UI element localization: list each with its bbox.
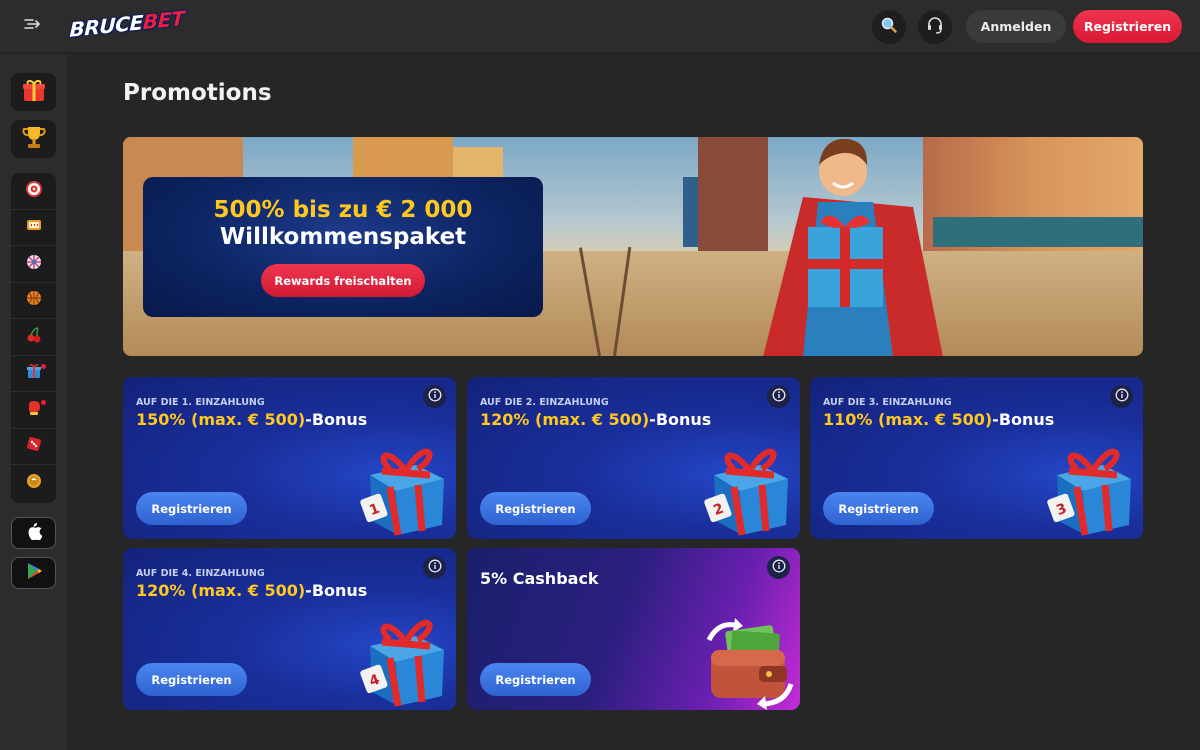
sidebar-games-group (11, 173, 56, 503)
sidebar-item-boxing-glove[interactable] (11, 392, 56, 429)
promo-card-kicker: AUF DIE 1. EINZAHLUNG (136, 397, 265, 408)
sidebar-item-tournaments[interactable] (11, 120, 56, 158)
wheel-icon (25, 253, 43, 275)
sidebar-item-dice[interactable] (11, 429, 56, 465)
coin-icon (25, 472, 43, 494)
sidebar-item-target[interactable] (11, 173, 56, 210)
login-button[interactable]: Anmelden (966, 10, 1066, 43)
boxing-glove-icon (25, 399, 43, 421)
sidebar-item-coin[interactable] (11, 465, 56, 502)
promo-card-title: 120% (max. € 500)-Bonus (136, 581, 368, 600)
register-button[interactable]: Registrieren (136, 492, 247, 525)
info-button[interactable] (767, 556, 790, 579)
apple-app-button[interactable] (11, 517, 56, 549)
gift-box-illustration: 4 (360, 619, 444, 707)
page-title: Promotions (123, 80, 272, 106)
gift-box-icon (25, 362, 43, 384)
info-icon (428, 558, 442, 577)
top-header: BRUCEBET Anmelden Registrieren (0, 0, 1200, 53)
register-button[interactable]: Registrieren (1073, 10, 1182, 43)
promo-card-deposit-2: AUF DIE 2. EINZAHLUNG 120% (max. € 500)-… (467, 377, 800, 539)
target-icon (25, 180, 43, 202)
banner-awning (933, 217, 1143, 247)
info-button[interactable] (1110, 385, 1133, 408)
welcome-offer-title: Willkommenspaket (219, 224, 467, 250)
support-button[interactable] (918, 10, 952, 44)
headset-icon (926, 16, 944, 38)
google-play-app-button[interactable] (11, 557, 56, 589)
info-icon (772, 387, 786, 406)
info-icon (772, 558, 786, 577)
apple-icon (26, 522, 42, 544)
register-button[interactable]: Registrieren (823, 492, 934, 525)
promo-card-kicker: AUF DIE 3. EINZAHLUNG (823, 397, 952, 408)
sidebar-item-cherry[interactable] (11, 319, 56, 356)
unlock-rewards-button[interactable]: Rewards freischalten (261, 264, 425, 297)
info-icon (428, 387, 442, 406)
search-icon (880, 16, 898, 38)
promo-card-title: 110% (max. € 500)-Bonus (823, 410, 1055, 429)
basketball-icon (25, 289, 43, 311)
dice-icon (25, 435, 43, 457)
register-button[interactable]: Registrieren (480, 492, 591, 525)
info-button[interactable] (767, 385, 790, 408)
slot-icon (25, 216, 43, 238)
sidebar-item-slot[interactable] (11, 210, 56, 246)
welcome-offer-amount: 500% bis zu € 2 000 (213, 197, 473, 223)
promo-card-deposit-1: AUF DIE 1. EINZAHLUNG 150% (max. € 500)-… (123, 377, 456, 539)
wallet-cashback-illustration (706, 618, 794, 710)
superhero-mascot-illustration (763, 138, 943, 356)
welcome-banner: 500% bis zu € 2 000 Willkommenspaket Rew… (123, 137, 1143, 356)
gift-box-illustration: 2 (704, 448, 788, 536)
info-button[interactable] (423, 385, 446, 408)
promo-card-kicker: AUF DIE 2. EINZAHLUNG (480, 397, 609, 408)
promo-card-title: 150% (max. € 500)-Bonus (136, 410, 368, 429)
sidebar-item-basketball[interactable] (11, 283, 56, 319)
info-icon (1115, 387, 1129, 406)
promo-card-cashback: 5% Cashback Registrieren (467, 548, 800, 710)
brucebet-logo[interactable]: BRUCEBET (69, 6, 185, 42)
sidebar-item-gift-box[interactable] (11, 356, 56, 392)
promo-card-title: 5% Cashback (480, 569, 599, 588)
google-play-icon (25, 562, 43, 584)
info-button[interactable] (423, 556, 446, 579)
gift-icon (20, 76, 48, 108)
welcome-offer-card: 500% bis zu € 2 000 Willkommenspaket Rew… (143, 177, 543, 317)
trophy-icon (20, 123, 48, 155)
promo-card-kicker: AUF DIE 4. EINZAHLUNG (136, 568, 265, 579)
search-button[interactable] (872, 10, 906, 44)
expand-menu-icon[interactable] (22, 16, 44, 36)
sidebar (0, 54, 67, 750)
register-button[interactable]: Registrieren (136, 663, 247, 696)
cherry-icon (25, 326, 43, 348)
promo-card-deposit-3: AUF DIE 3. EINZAHLUNG 110% (max. € 500)-… (810, 377, 1143, 539)
promo-card-title: 120% (max. € 500)-Bonus (480, 410, 712, 429)
notification-dot (41, 363, 46, 369)
sidebar-item-promotions[interactable] (11, 73, 56, 111)
sidebar-item-wheel[interactable] (11, 246, 56, 283)
promo-card-deposit-4: AUF DIE 4. EINZAHLUNG 120% (max. € 500)-… (123, 548, 456, 710)
register-button[interactable]: Registrieren (480, 663, 591, 696)
gift-box-illustration: 1 (360, 448, 444, 536)
notification-dot (41, 400, 46, 405)
gift-box-illustration: 3 (1047, 448, 1131, 536)
